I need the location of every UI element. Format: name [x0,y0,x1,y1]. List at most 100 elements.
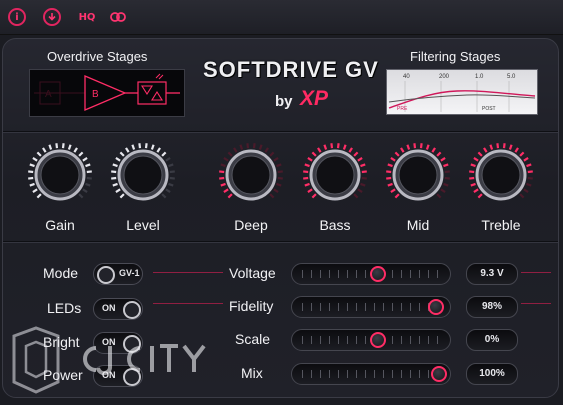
knob-led [304,182,310,187]
knob-led [443,182,449,187]
knob-led [526,163,532,168]
knob-led [67,144,72,150]
brand-title: SOFTDRIVE GV [203,57,379,82]
mix-slider-handle[interactable] [431,366,447,382]
knob-led [470,182,476,187]
voltage-slider-handle[interactable] [369,266,386,282]
knob-led [112,182,118,187]
knob-led [269,151,275,157]
download-icon[interactable] [43,8,61,26]
knob-led [169,170,175,174]
mid-knob[interactable]: Mid [383,139,453,239]
fidelity-value: 98% [466,296,518,318]
level-knob[interactable]: Level [108,139,178,239]
fidelity-slider-handle[interactable] [428,299,445,315]
voltage-slider[interactable] [291,263,451,285]
knob-led [469,170,475,174]
knob-led [131,144,136,150]
knob-led [269,193,275,199]
knob-led [443,163,449,168]
knob-led [219,170,225,174]
leds-switch[interactable]: ON [93,298,143,320]
slider-ticks [302,370,440,378]
treble-knob[interactable]: Treble [466,139,536,239]
knob-led [227,193,233,199]
mode-switch[interactable]: GV-1 [93,263,143,285]
divider [153,272,223,273]
knob-led [386,170,392,174]
knob-led [483,147,488,153]
knob-led [169,176,175,180]
knob-led [361,170,367,174]
toggle-knob [97,266,115,284]
knob-led [387,163,393,168]
knob-led [317,147,322,153]
header: Overdrive Stages A B SOFTDRIVE GV by XP … [3,39,558,132]
knob-led [276,182,282,187]
scale-slider-handle[interactable] [369,332,386,348]
knob-led [496,143,500,149]
mix-slider[interactable] [291,363,451,385]
overdrive-stages-display[interactable]: A B [29,69,185,117]
knob-led [273,157,279,162]
brand-logo-text: XP [300,87,329,110]
knob-led [508,144,513,150]
knob-led [473,157,479,162]
knob-led [360,182,366,187]
link-icon[interactable] [107,8,129,26]
knob-led [489,144,494,150]
knob-led [360,163,366,168]
knob-led [165,157,171,162]
knob-led [303,170,309,174]
filter-tick: 5.0 [507,74,516,80]
knob-led [304,163,310,168]
voltage-value: 9.3 V [466,263,518,285]
knob-section: Gain Level Deep Bass Mid Treble [3,131,558,242]
brand-by: by [275,93,293,110]
knob-led [413,143,417,149]
knob-led [32,188,38,193]
knob-led [223,188,229,193]
bass-knob[interactable]: Bass [300,139,370,239]
knob-led [78,151,84,157]
knob-led [514,147,519,153]
knob-led [353,151,359,157]
treble-label: Treble [481,217,521,233]
knob-led [353,193,359,199]
knob-face [398,155,438,195]
knob-led [348,147,353,153]
fidelity-slider[interactable] [291,296,451,318]
bass-label: Bass [319,217,351,233]
knob-led [220,163,226,168]
knob-led [277,170,283,174]
knob-face [40,155,80,195]
knob-led [469,176,475,180]
knob-led [473,188,479,193]
knob-led [277,176,283,180]
leds-switch-text: ON [102,303,116,313]
stage-b-text: B [92,89,99,100]
scale-slider[interactable] [291,329,451,351]
knob-led [523,188,529,193]
knob-led [111,170,117,174]
deep-knob-icon [219,143,283,201]
filtering-stages-display[interactable]: 40 200 1.0 5.0 PRE POST [386,69,538,115]
hq-button[interactable]: HQ [76,8,98,26]
knob-face [315,155,355,195]
voltage-label: Voltage [229,265,276,281]
deep-knob[interactable]: Deep [216,139,286,239]
knob-led [112,163,118,168]
knob-led [86,176,92,180]
knob-led [336,143,340,149]
gain-knob[interactable]: Gain [25,139,95,239]
filter-tick: 1.0 [475,74,484,80]
knob-led [32,157,38,162]
knob-face [123,155,163,195]
knob-led [394,193,400,199]
knob-led [307,188,313,193]
scale-value: 0% [466,329,518,351]
knob-led [219,176,225,180]
info-icon[interactable]: i [8,8,26,26]
level-label: Level [126,217,160,233]
mode-switch-text: GV-1 [119,268,140,278]
